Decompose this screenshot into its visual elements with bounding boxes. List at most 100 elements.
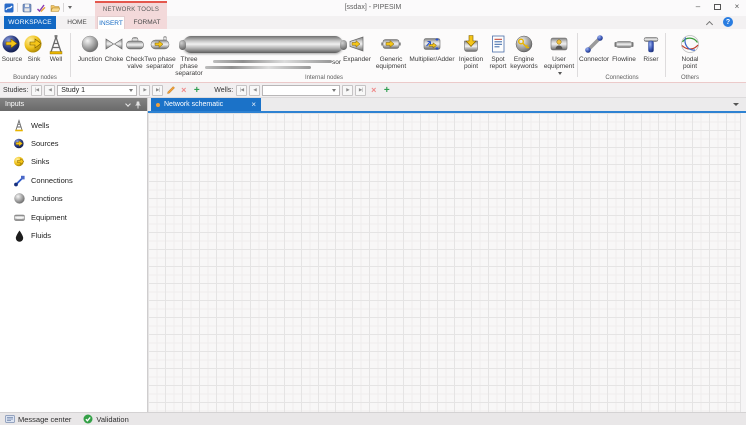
generic-equipment-icon	[380, 33, 402, 55]
wells-prev-button[interactable]: ◀	[249, 85, 260, 96]
ribbon-item-connector[interactable]: Connector	[579, 33, 609, 63]
well-icon	[45, 33, 67, 55]
group-separator	[665, 33, 666, 77]
edit-study-icon[interactable]	[165, 85, 176, 96]
ribbon-group-internal-nodes: Junction Choke Check valve Two phase sep…	[71, 29, 577, 82]
dropdown-caret-icon	[332, 89, 336, 92]
studies-toolbar: Studies: |◀ ◀ Study 1 ▶ ▶| × + Wells: |◀…	[0, 83, 746, 98]
ribbon-item-source[interactable]: Source	[2, 33, 22, 63]
wells-first-button[interactable]: |◀	[236, 85, 247, 96]
source-icon	[1, 33, 23, 55]
ribbon-group-connections: Connector Flowline Riser Connections	[579, 29, 665, 82]
studies-last-button[interactable]: ▶|	[152, 85, 163, 96]
ribbon-item-junction[interactable]: Junction	[78, 33, 102, 63]
riser-icon	[640, 33, 662, 55]
ribbon-tab-row: WORKSPACE HOME INSERT FORMAT ?	[0, 16, 746, 29]
help-icon[interactable]: ?	[723, 17, 733, 27]
ribbon-item-user-equipment[interactable]: User equipment	[541, 33, 577, 77]
inputs-panel-header: Inputs	[0, 98, 147, 111]
nodal-point-icon	[679, 33, 701, 55]
vertical-scrollbar[interactable]	[740, 113, 746, 412]
studies-next-button[interactable]: ▶	[139, 85, 150, 96]
delete-study-button[interactable]: ×	[178, 85, 189, 95]
ribbon-item-nodal-point[interactable]: Nodal point	[675, 33, 705, 70]
sidebar-item-fluids[interactable]: Fluids	[0, 226, 147, 244]
collapse-ribbon-icon[interactable]	[706, 21, 713, 28]
tab-list-dropdown-icon[interactable]	[733, 103, 739, 106]
pipe-artifact-bar	[213, 60, 332, 63]
sidebar-item-junctions[interactable]: Junctions	[0, 190, 147, 208]
ribbon-item-generic-equipment[interactable]: Generic equipment	[374, 33, 408, 70]
ribbon: Source Sink Well Boundary nodes Junction…	[0, 29, 746, 83]
document-tabstrip: Network schematic ×	[148, 98, 746, 113]
modified-dot-icon	[156, 103, 160, 107]
status-bar: Message center Validation	[0, 412, 746, 425]
tab-close-icon[interactable]: ×	[251, 100, 256, 110]
connections-icon	[13, 174, 26, 187]
add-well-button[interactable]: +	[381, 85, 392, 96]
sidebar-item-connections[interactable]: Connections	[0, 171, 147, 189]
spot-report-icon	[487, 33, 509, 55]
flowline-icon	[613, 33, 635, 55]
validation-tab[interactable]: Validation	[83, 414, 128, 424]
ribbon-group-boundary-nodes: Source Sink Well Boundary nodes	[0, 29, 70, 82]
wells-next-button[interactable]: ▶	[342, 85, 353, 96]
fluids-icon	[13, 229, 26, 242]
studies-first-button[interactable]: |◀	[31, 85, 42, 96]
add-study-button[interactable]: +	[191, 85, 202, 96]
maximize-button[interactable]	[714, 4, 721, 10]
validation-check-icon	[83, 414, 93, 424]
message-center-icon	[5, 414, 15, 424]
injection-point-icon	[460, 33, 482, 55]
engine-keywords-icon	[513, 33, 535, 55]
inputs-panel: Inputs Wells Sources Sinks Connections J…	[0, 98, 148, 412]
wells-select[interactable]	[262, 85, 340, 96]
network-schematic-canvas[interactable]	[148, 113, 746, 412]
wells-label: Wells:	[214, 87, 233, 94]
sources-icon	[13, 137, 26, 150]
equipment-icon	[13, 211, 26, 224]
wells-icon	[13, 119, 26, 132]
delete-well-button[interactable]: ×	[368, 85, 379, 95]
ribbon-item-sink[interactable]: Sink	[24, 33, 44, 63]
multiplier-adder-icon	[421, 33, 443, 55]
tab-insert[interactable]: INSERT	[97, 16, 125, 29]
studies-label: Studies:	[3, 87, 28, 94]
minimize-button[interactable]: –	[693, 1, 703, 13]
ribbon-item-riser[interactable]: Riser	[639, 33, 663, 63]
user-equipment-icon	[548, 33, 570, 55]
pin-icon[interactable]	[134, 101, 142, 109]
ribbon-item-expander[interactable]: Expander	[343, 33, 371, 63]
wells-last-button[interactable]: ▶|	[355, 85, 366, 96]
close-button[interactable]: ×	[732, 1, 742, 13]
studies-prev-button[interactable]: ◀	[44, 85, 55, 96]
tab-network-schematic[interactable]: Network schematic ×	[151, 98, 261, 111]
junction-icon	[79, 33, 101, 55]
sidebar-item-wells[interactable]: Wells	[0, 116, 147, 134]
title-bar: NETWORK TOOLS [ssdax] - PIPESIM – ×	[0, 0, 746, 16]
ribbon-item-well[interactable]: Well	[46, 33, 66, 63]
study-select[interactable]: Study 1	[57, 85, 137, 96]
expander-icon	[346, 33, 368, 55]
ribbon-item-multiplier-adder[interactable]: Multiplier/Adder	[407, 33, 457, 63]
ribbon-item-flowline[interactable]: Flowline	[610, 33, 638, 63]
sink-icon	[23, 33, 45, 55]
pipe-artifact-bar	[205, 66, 311, 69]
sidebar-item-sinks[interactable]: Sinks	[0, 153, 147, 171]
ribbon-item-injection-point[interactable]: Injection point	[456, 33, 486, 70]
dropdown-caret-icon	[129, 89, 133, 92]
ribbon-group-others: Nodal point Others	[667, 29, 713, 82]
tab-format[interactable]: FORMAT	[129, 16, 165, 29]
ribbon-item-engine-keywords[interactable]: Engine keywords	[508, 33, 540, 70]
sidebar-item-sources[interactable]: Sources	[0, 134, 147, 152]
message-center-tab[interactable]: Message center	[5, 414, 71, 424]
inputs-list: Wells Sources Sinks Connections Junction…	[0, 111, 147, 245]
chevron-down-icon[interactable]	[125, 101, 131, 107]
compressor-label-fragment: sor	[332, 59, 341, 66]
tab-home[interactable]: HOME	[60, 16, 94, 29]
sinks-icon	[13, 155, 26, 168]
sidebar-item-equipment[interactable]: Equipment	[0, 208, 147, 226]
window-title: [ssdax] - PIPESIM	[0, 4, 746, 11]
ribbon-item-spot-report[interactable]: Spot report	[487, 33, 509, 70]
tab-workspace[interactable]: WORKSPACE	[4, 16, 56, 29]
